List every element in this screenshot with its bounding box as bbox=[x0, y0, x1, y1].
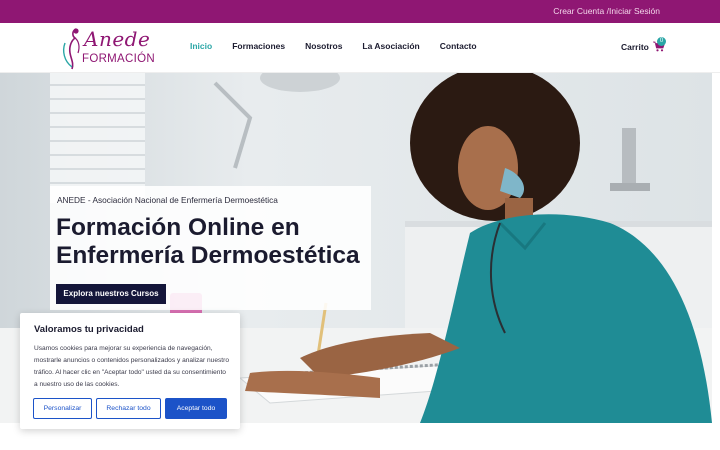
explore-courses-button[interactable]: Explora nuestros Cursos bbox=[56, 284, 166, 304]
nav-item-inicio[interactable]: Inicio bbox=[190, 41, 212, 51]
cookie-consent-banner: Valoramos tu privacidad Usamos cookies p… bbox=[20, 313, 240, 429]
cart-label: Carrito bbox=[621, 41, 649, 52]
nav-item-contacto[interactable]: Contacto bbox=[440, 41, 477, 51]
site-logo[interactable]: Anede FORMACIÓN bbox=[60, 25, 155, 71]
cookie-reject-button[interactable]: Rechazar todo bbox=[96, 398, 161, 419]
account-link[interactable]: Crear Cuenta /Iniciar Sesión bbox=[553, 6, 660, 16]
cookie-text: Usamos cookies para mejorar su experienc… bbox=[34, 345, 229, 388]
main-nav: Inicio Formaciones Nosotros La Asociació… bbox=[190, 41, 497, 51]
hero-title-line-1: Formación Online en bbox=[56, 214, 300, 241]
logo-wordmark: Anede bbox=[84, 27, 151, 51]
hero-title: Formación Online en Enfermería Dermoesté… bbox=[56, 214, 360, 270]
site-header: Anede FORMACIÓN Inicio Formaciones Nosot… bbox=[0, 23, 720, 73]
hero-title-line-2: Enfermería Dermoestética bbox=[56, 242, 360, 269]
nav-item-nosotros[interactable]: Nosotros bbox=[305, 41, 342, 51]
nav-item-formaciones[interactable]: Formaciones bbox=[232, 41, 285, 51]
cart-count-badge: 0 bbox=[657, 37, 666, 46]
top-bar: Crear Cuenta /Iniciar Sesión bbox=[0, 0, 720, 23]
logo-subtitle: FORMACIÓN bbox=[82, 53, 155, 65]
hero-card: ANEDE - Asociación Nacional de Enfermerí… bbox=[50, 186, 371, 310]
hero-kicker: ANEDE - Asociación Nacional de Enfermerí… bbox=[57, 195, 278, 205]
cookie-customize-button[interactable]: Personalizar bbox=[33, 398, 92, 419]
nav-item-la-asociacion[interactable]: La Asociación bbox=[362, 41, 419, 51]
cookie-title: Valoramos tu privacidad bbox=[34, 324, 144, 335]
cookie-accept-button[interactable]: Aceptar todo bbox=[165, 398, 227, 419]
